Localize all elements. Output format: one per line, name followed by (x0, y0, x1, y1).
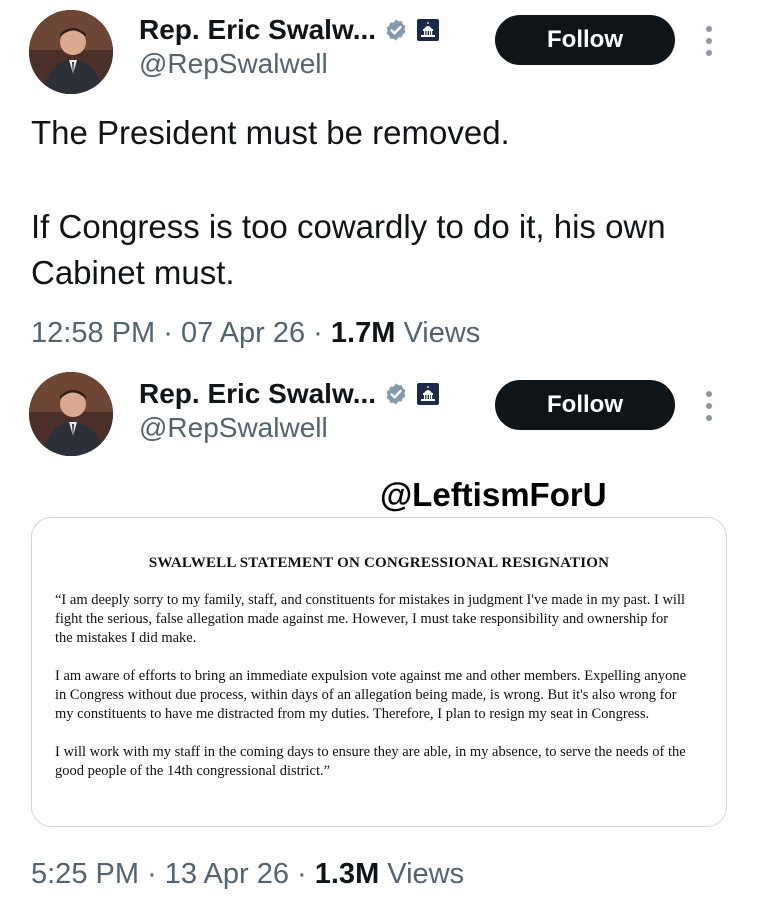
tweet-date[interactable]: 07 Apr 26 (181, 317, 305, 349)
statement-image[interactable]: SWALWELL STATEMENT ON CONGRESSIONAL RESI… (31, 517, 727, 827)
verified-badge-icon (386, 383, 406, 405)
more-options-icon[interactable] (703, 26, 715, 56)
tweet-metadata: 12:58 PM · 07 Apr 26 · 1.7M Views (31, 317, 480, 350)
statement-paragraph-2: I am aware of efforts to bring an immedi… (55, 668, 687, 722)
tweet-metadata: 5:25 PM · 13 Apr 26 · 1.3M Views (31, 858, 464, 891)
author-name-row: Rep. Eric Swalw... (139, 378, 440, 410)
views-count: 1.3M (314, 858, 380, 890)
author-handle[interactable]: @RepSwalwell (139, 412, 328, 444)
author-name[interactable]: Rep. Eric Swalw... (139, 14, 376, 46)
statement-paragraph-1: “I am deeply sorry to my family, staff, … (55, 592, 686, 646)
verified-badge-icon (386, 19, 406, 41)
author-name-row: Rep. Eric Swalw... (139, 14, 440, 46)
more-options-icon[interactable] (703, 391, 715, 421)
views-label: Views (387, 858, 465, 890)
separator: · (297, 858, 307, 890)
tweet-date[interactable]: 13 Apr 26 (165, 858, 289, 890)
government-capitol-icon (417, 19, 440, 41)
tweet-text-line1: The President must be removed. (31, 114, 510, 151)
separator: · (163, 317, 173, 349)
tweet-time[interactable]: 5:25 PM (31, 858, 139, 890)
government-capitol-icon (417, 383, 440, 405)
avatar-photo (29, 10, 113, 94)
follow-button[interactable]: Follow (495, 380, 675, 430)
tweet-text: The President must be removed. If Congre… (31, 110, 721, 296)
avatar[interactable] (29, 372, 113, 456)
separator: · (147, 858, 157, 890)
author-handle[interactable]: @RepSwalwell (139, 48, 328, 80)
follow-button[interactable]: Follow (495, 15, 675, 65)
statement-title: SWALWELL STATEMENT ON CONGRESSIONAL RESI… (148, 555, 610, 571)
statement-paragraph-3: I will work with my staff in the coming … (55, 744, 686, 779)
tweet-text-line2: If Congress is too cowardly to do it, hi… (31, 208, 666, 291)
author-name[interactable]: Rep. Eric Swalw... (139, 378, 376, 410)
separator: · (313, 317, 323, 349)
views-label: Views (403, 317, 481, 349)
avatar-photo (29, 372, 113, 456)
tweet-time[interactable]: 12:58 PM (31, 317, 155, 349)
avatar[interactable] (29, 10, 113, 94)
watermark-text: @LeftismForU (380, 476, 607, 513)
views-count: 1.7M (330, 317, 396, 349)
